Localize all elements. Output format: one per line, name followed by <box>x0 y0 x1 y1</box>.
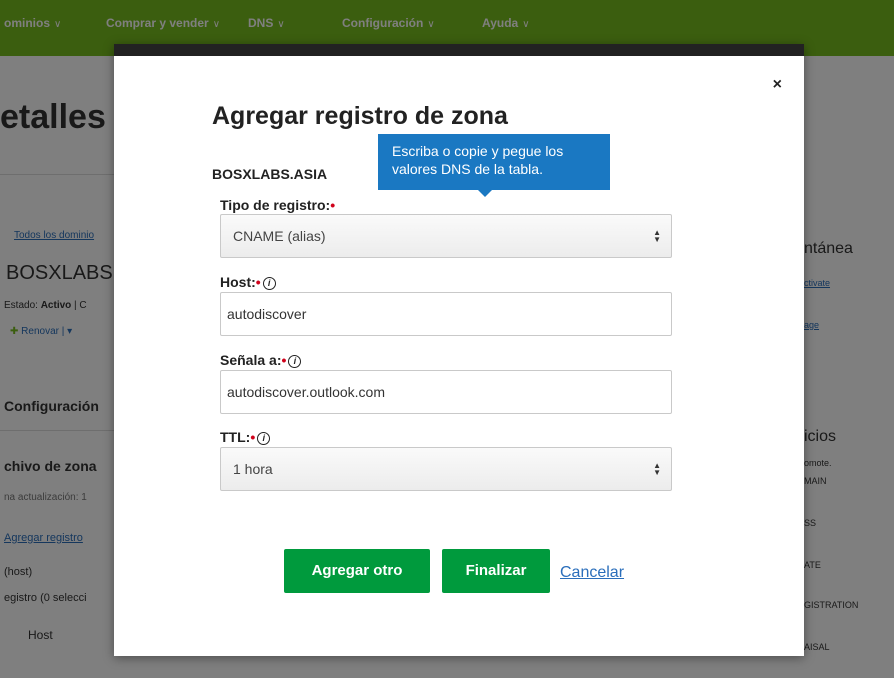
close-icon[interactable]: × <box>773 76 782 94</box>
required-marker: • <box>255 274 261 290</box>
required-marker: • <box>250 429 256 445</box>
select-arrows-icon: ▲ ▼ <box>653 228 661 244</box>
select-arrows-icon: ▲ ▼ <box>653 461 661 477</box>
ttl-label: TTL:• i <box>220 429 271 445</box>
info-icon[interactable]: i <box>262 276 276 290</box>
required-marker: • <box>281 352 287 368</box>
dialog-title: Agregar registro de zona <box>212 102 508 130</box>
record-type-label: Tipo de registro:• <box>220 197 336 213</box>
record-type-select[interactable]: CNAME (alias) ▲ ▼ <box>220 214 672 258</box>
add-another-button[interactable]: Agregar otro <box>284 549 430 593</box>
host-label: Host:• i <box>220 274 276 290</box>
info-icon[interactable]: i <box>288 354 302 368</box>
info-icon[interactable]: i <box>257 431 271 445</box>
points-to-input[interactable]: autodiscover.outlook.com <box>220 370 672 414</box>
host-input[interactable]: autodiscover <box>220 292 672 336</box>
dns-hint-tooltip: Escriba o copie y pegue los valores DNS … <box>378 134 610 197</box>
cancel-link[interactable]: Cancelar <box>560 564 624 582</box>
finish-button[interactable]: Finalizar <box>442 549 550 593</box>
required-marker: • <box>330 197 336 213</box>
points-to-label: Señala a:• i <box>220 352 302 368</box>
dialog-top-bar <box>114 44 804 56</box>
domain-label: BOSXLABS.ASIA <box>212 166 328 182</box>
add-zone-record-dialog: × Agregar registro de zona BOSXLABS.ASIA… <box>114 44 804 656</box>
ttl-select[interactable]: 1 hora ▲ ▼ <box>220 447 672 491</box>
